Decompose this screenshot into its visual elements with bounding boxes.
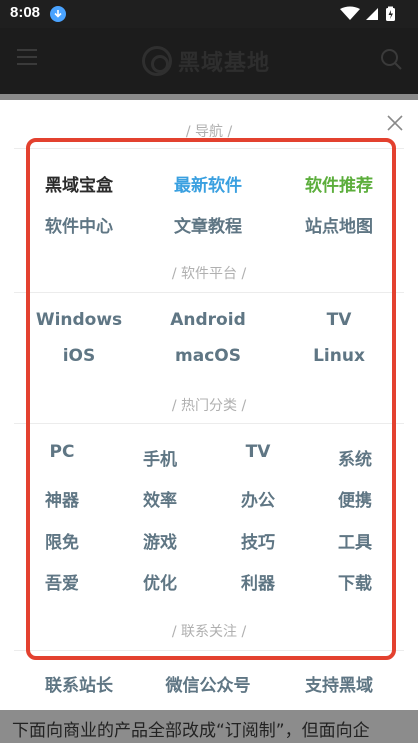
site-logo[interactable]: 黑域基地	[142, 44, 270, 78]
hot-link-games[interactable]: 游戏	[143, 528, 177, 553]
menu-icon[interactable]	[16, 48, 38, 70]
platform-link-linux[interactable]: Linux	[313, 346, 365, 366]
signal-icon	[366, 8, 378, 20]
battery-icon	[386, 6, 395, 21]
divider	[14, 423, 404, 424]
contact-link-webmaster[interactable]: 联系站长	[45, 671, 113, 696]
hot-link-utility[interactable]: 利器	[241, 569, 275, 594]
divider	[14, 148, 404, 149]
hot-link-portable[interactable]: 便携	[338, 486, 372, 511]
hot-link-office[interactable]: 办公	[241, 486, 275, 511]
background-article-text: 下面向商业的产品全部改成“订阅制”，但面向企	[12, 721, 370, 741]
contact-link-wechat[interactable]: 微信公众号	[166, 671, 251, 696]
status-time: 8:08	[10, 4, 41, 21]
hot-link-free[interactable]: 限免	[45, 528, 79, 553]
hot-link-download[interactable]: 下载	[338, 569, 372, 594]
hot-link-tools[interactable]: 工具	[338, 528, 372, 553]
divider	[14, 292, 404, 293]
platform-link-macos[interactable]: macOS	[175, 346, 241, 366]
section-title-hot: / 热门分类 /	[171, 398, 247, 414]
search-icon[interactable]	[380, 48, 402, 74]
section-title-nav: / 导航 /	[185, 124, 233, 140]
background-content: 下面向商业的产品全部改成“订阅制”，但面向企	[0, 710, 418, 743]
platform-link-android[interactable]: Android	[170, 310, 246, 330]
hot-link-system[interactable]: 系统	[338, 445, 372, 470]
status-bar: 8:08	[0, 0, 418, 28]
logo-text: 黑域基地	[178, 51, 271, 76]
hot-link-phone[interactable]: 手机	[143, 445, 177, 470]
hot-link-pc[interactable]: PC	[50, 442, 75, 462]
section-title-contact: / 联系关注 /	[171, 624, 247, 640]
platform-link-windows[interactable]: Windows	[36, 310, 122, 330]
wifi-icon	[340, 6, 360, 20]
hot-link-tips[interactable]: 技巧	[241, 528, 275, 553]
logo-mark-icon	[142, 46, 172, 76]
hot-link-52pojie[interactable]: 吾爱	[45, 569, 79, 594]
hot-link-efficiency[interactable]: 效率	[143, 486, 177, 511]
nav-link-heiyu-box[interactable]: 黑域宝盒	[45, 171, 113, 196]
app-bar: 黑域基地	[0, 28, 418, 94]
divider	[14, 650, 404, 651]
hot-link-optimize[interactable]: 优化	[143, 569, 177, 594]
nav-link-tutorials[interactable]: 文章教程	[174, 212, 242, 237]
hot-link-artifact[interactable]: 神器	[45, 486, 79, 511]
contact-link-support[interactable]: 支持黑域	[305, 671, 373, 696]
nav-link-recommended[interactable]: 软件推荐	[305, 171, 373, 196]
nav-link-latest-software[interactable]: 最新软件	[174, 171, 242, 196]
hot-link-tv[interactable]: TV	[246, 442, 271, 462]
platform-link-tv[interactable]: TV	[327, 310, 352, 330]
platform-link-ios[interactable]: iOS	[63, 346, 96, 366]
section-title-platform: / 软件平台 /	[171, 266, 247, 282]
nav-link-sitemap[interactable]: 站点地图	[305, 212, 373, 237]
download-icon	[50, 6, 66, 22]
nav-link-software-center[interactable]: 软件中心	[45, 212, 113, 237]
status-icons	[328, 6, 408, 22]
